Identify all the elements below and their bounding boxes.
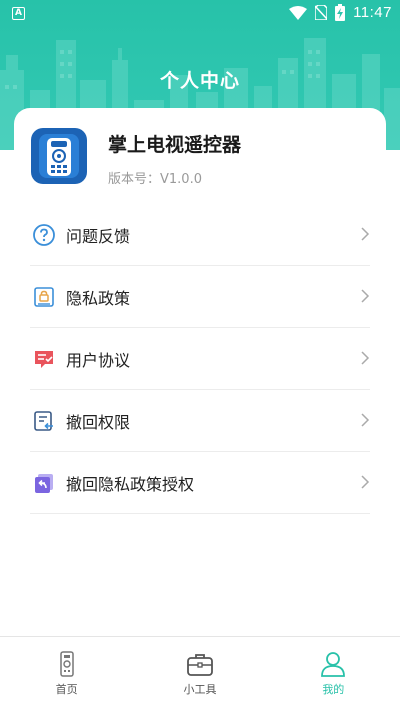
- tab-mine[interactable]: 我的: [267, 637, 400, 710]
- menu-item-user-agreement[interactable]: 用户协议: [30, 328, 370, 390]
- revoke-permission-icon: [32, 409, 56, 433]
- tab-home[interactable]: 首页: [0, 637, 133, 710]
- menu-item-feedback[interactable]: 问题反馈: [30, 204, 370, 266]
- menu-item-label: 用户协议: [66, 350, 131, 370]
- menu-item-label: 隐私政策: [66, 288, 131, 308]
- profile-card: 掌上电视遥控器 版本号：V1.0.0 问题反馈 隐私政策 用户协议 撤回权限 撤…: [14, 108, 386, 638]
- tab-label: 小工具: [183, 683, 217, 696]
- tab-label: 首页: [55, 683, 78, 696]
- menu-item-revoke-privacy[interactable]: 撤回隐私政策授权: [30, 452, 370, 514]
- page-title: 个人中心: [159, 70, 240, 92]
- bottom-tab-bar: 首页 小工具 我的: [0, 636, 400, 710]
- app-version: 版本号：V1.0.0: [108, 172, 202, 187]
- chevron-right-icon: [361, 351, 370, 365]
- status-bar: A 11:47: [0, 0, 400, 28]
- menu-item-privacy-policy[interactable]: 隐私政策: [30, 266, 370, 328]
- status-time: 11:47: [353, 4, 392, 21]
- settings-menu: 问题反馈 隐私政策 用户协议 撤回权限 撤回隐私政策授权: [30, 204, 370, 514]
- tab-label: 我的: [322, 683, 345, 696]
- app-notification-icon: A: [12, 7, 25, 20]
- menu-item-label: 问题反馈: [66, 226, 131, 246]
- toolbox-icon: [187, 654, 213, 676]
- chevron-right-icon: [361, 413, 370, 427]
- no-sim-icon: [315, 5, 328, 20]
- chevron-right-icon: [361, 475, 370, 489]
- remote-icon: [59, 651, 74, 677]
- menu-item-revoke-permission[interactable]: 撤回权限: [30, 390, 370, 452]
- wifi-icon: [289, 5, 308, 20]
- revoke-privacy-icon: [32, 471, 56, 495]
- tab-tools[interactable]: 小工具: [133, 637, 266, 710]
- menu-item-label: 撤回隐私政策授权: [66, 474, 195, 494]
- app-name: 掌上电视遥控器: [108, 134, 242, 156]
- chevron-right-icon: [361, 289, 370, 303]
- person-icon: [321, 652, 346, 677]
- tv-remote-icon: [31, 128, 87, 184]
- battery-charging-icon: [335, 4, 346, 21]
- chevron-right-icon: [361, 227, 370, 241]
- user-agreement-icon: [32, 347, 56, 371]
- menu-item-label: 撤回权限: [66, 412, 131, 432]
- privacy-lock-icon: [32, 285, 56, 309]
- question-circle-icon: [32, 223, 56, 247]
